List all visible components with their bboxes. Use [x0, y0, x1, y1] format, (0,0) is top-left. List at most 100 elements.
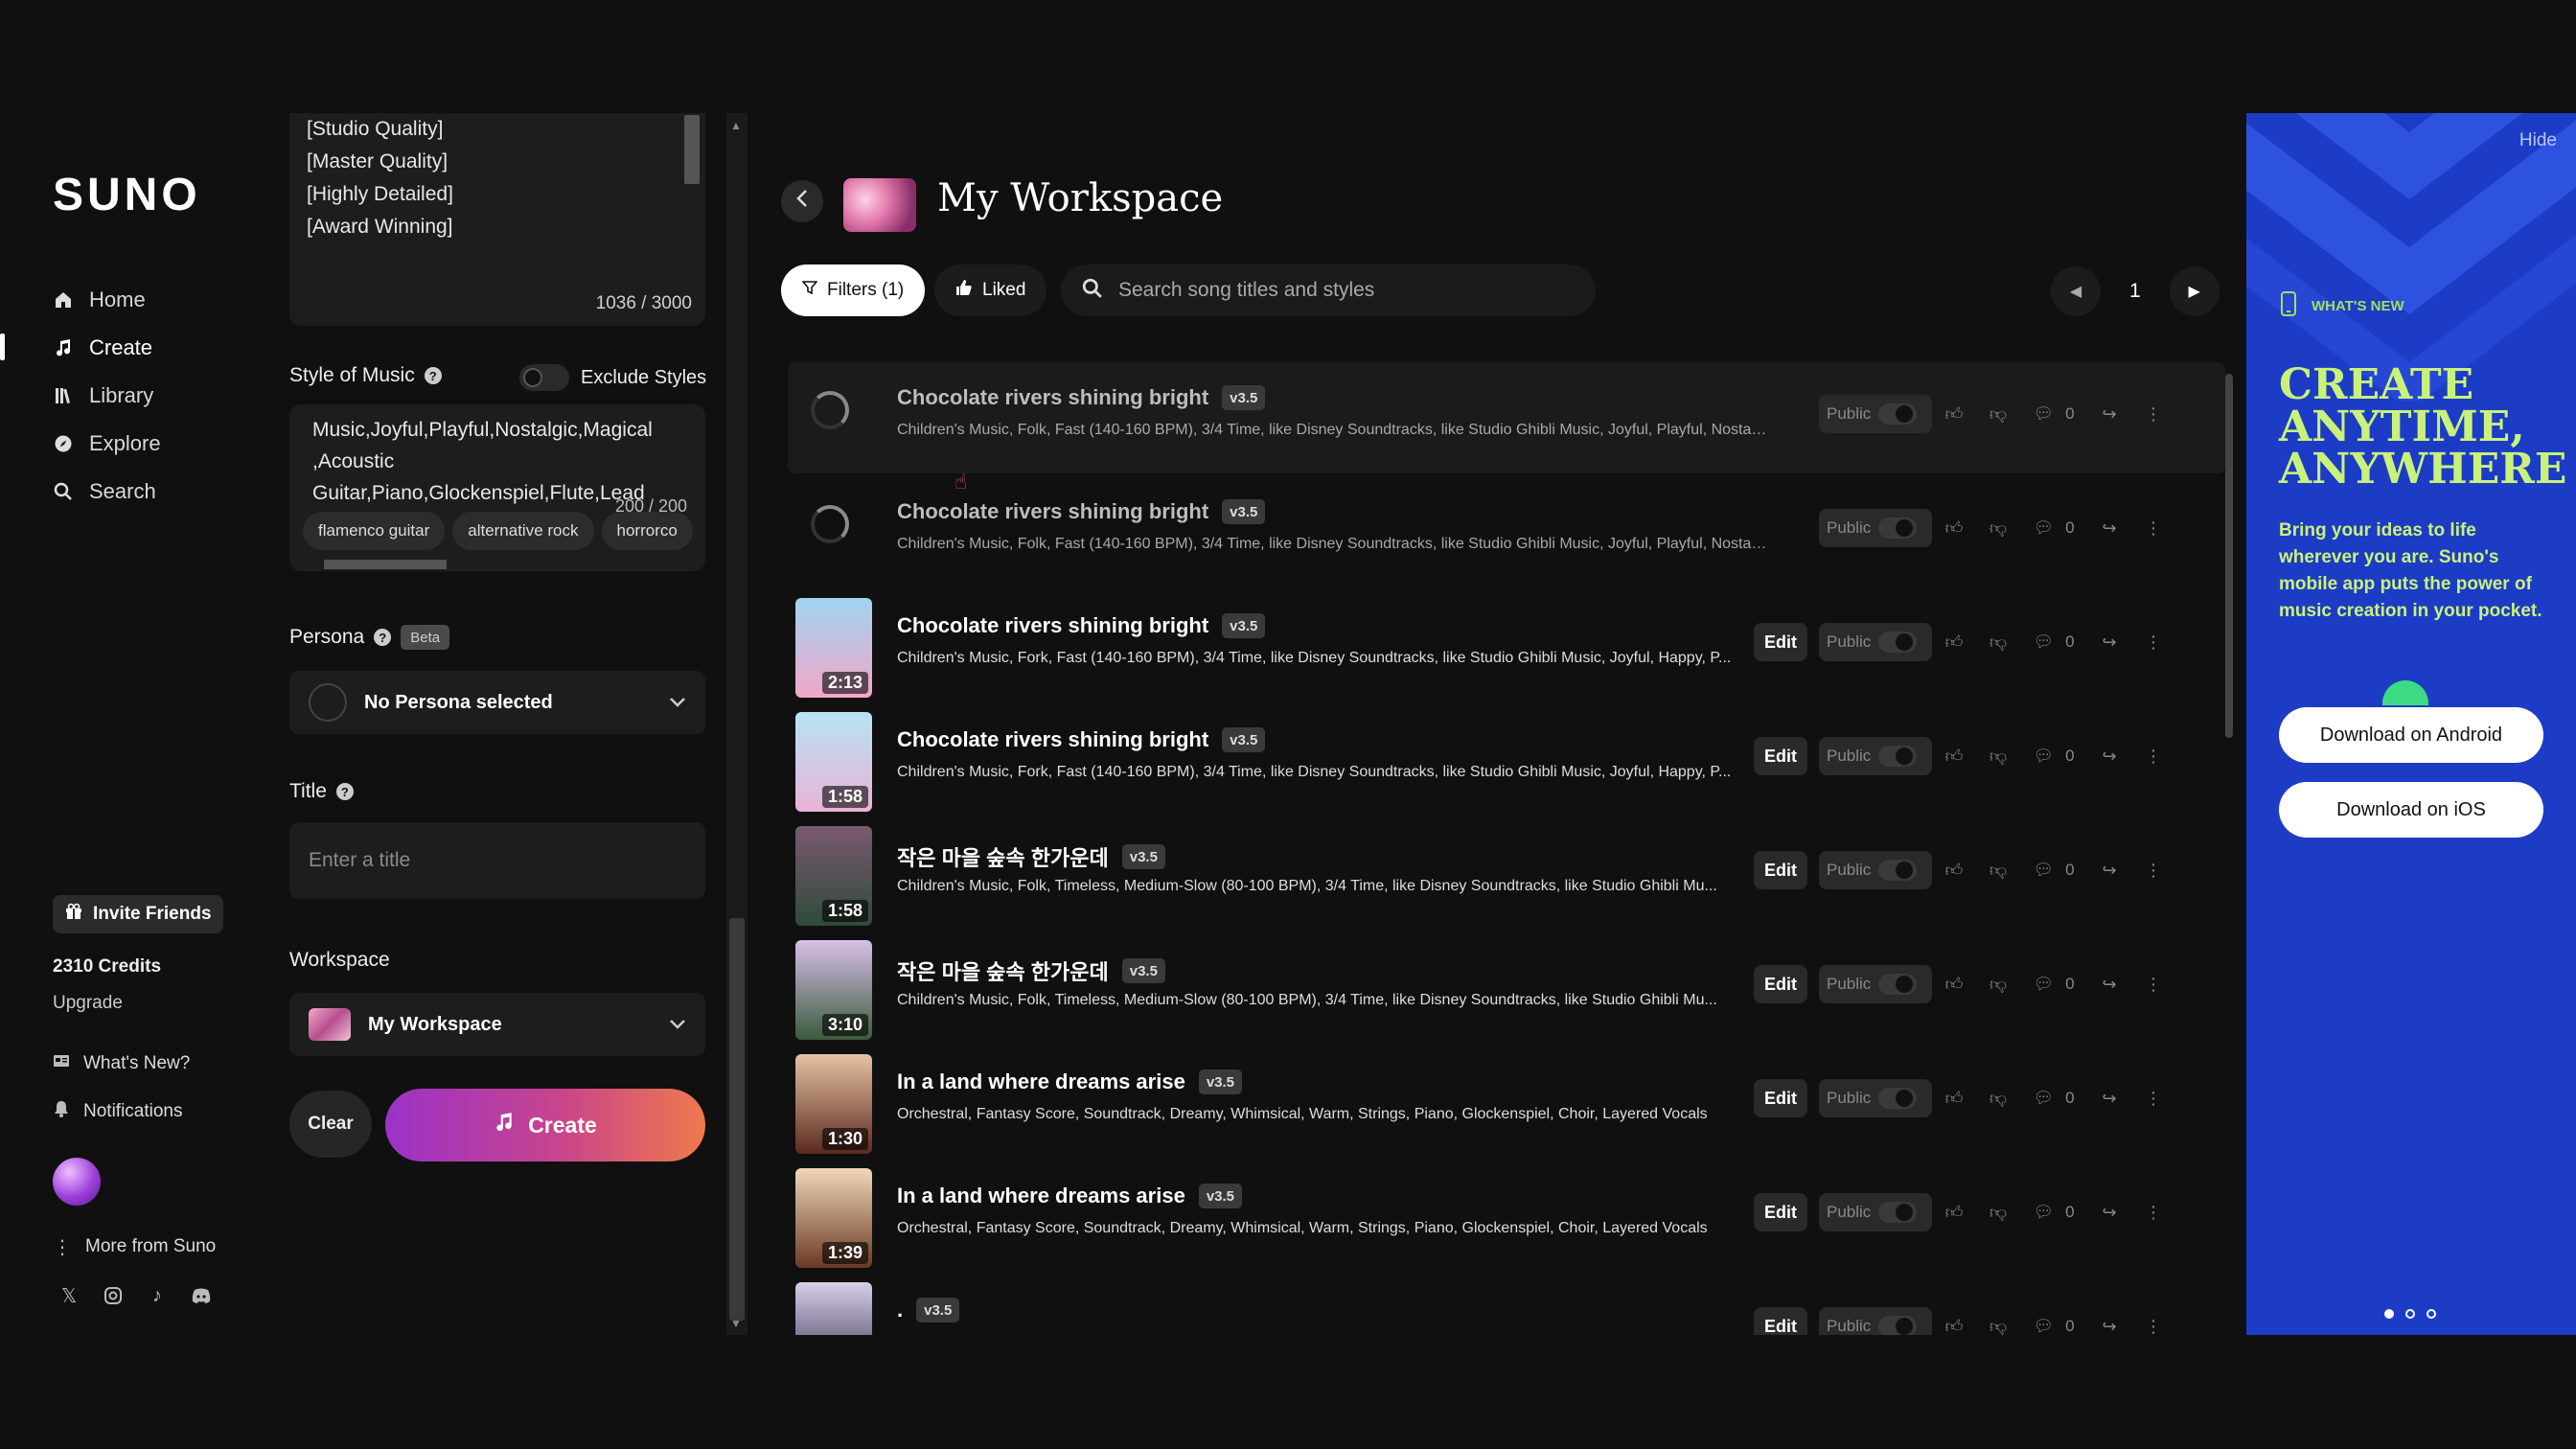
more-options-button[interactable]: ⋮	[2131, 975, 2175, 995]
persona-select[interactable]: No Persona selected	[289, 671, 705, 734]
panel-scroll-thumb[interactable]	[729, 918, 745, 1321]
like-button[interactable]: 👍︎	[1932, 518, 1976, 539]
public-toggle[interactable]: Public	[1819, 965, 1932, 1003]
style-of-music-input[interactable]: Music,Joyful,Playful,Nostalgic,Magical ,…	[289, 404, 705, 571]
workspace-select[interactable]: My Workspace	[289, 993, 705, 1056]
create-button[interactable]: Create	[385, 1089, 705, 1162]
edit-button[interactable]: Edit	[1754, 1079, 1807, 1117]
style-chip[interactable]: alternative rock	[452, 512, 594, 550]
chips-scroll-thumb[interactable]	[324, 560, 447, 569]
song-title[interactable]: 작은 마을 숲속 한가운데 v3.5	[897, 841, 1165, 872]
comments-button[interactable]: 💬︎ 0	[2020, 861, 2087, 880]
help-icon[interactable]: ?	[424, 367, 442, 384]
nav-item-search[interactable]: Search	[53, 472, 156, 511]
nav-item-create[interactable]: Create	[53, 329, 152, 367]
song-title[interactable]: Chocolate rivers shining bright v3.5	[897, 385, 1266, 410]
instagram-icon[interactable]	[102, 1284, 125, 1307]
song-title[interactable]: Chocolate rivers shining bright v3.5	[897, 727, 1266, 752]
comments-button[interactable]: 💬︎ 0	[2020, 404, 2087, 424]
like-button[interactable]: 👍︎	[1932, 1316, 1976, 1335]
song-row[interactable]: 1:58 Chocolate rivers shining bright v3.5 C…	[788, 704, 2225, 816]
user-avatar[interactable]	[53, 1158, 101, 1206]
notifications-link[interactable]: Notifications	[53, 1095, 183, 1128]
comments-button[interactable]: 💬︎ 0	[2020, 1317, 2087, 1335]
nav-item-explore[interactable]: Explore	[53, 425, 161, 463]
like-button[interactable]: 👍︎	[1932, 1202, 1976, 1223]
public-toggle[interactable]: Public	[1819, 737, 1932, 775]
edit-button[interactable]: Edit	[1754, 851, 1807, 889]
edit-button[interactable]: Edit	[1754, 623, 1807, 661]
like-button[interactable]: 👍︎	[1932, 1088, 1976, 1109]
song-cover[interactable]	[795, 1282, 872, 1335]
more-options-button[interactable]: ⋮	[2131, 632, 2175, 653]
dislike-button[interactable]: 👎︎	[1976, 632, 2020, 653]
share-button[interactable]: ↪	[2087, 404, 2131, 425]
dislike-button[interactable]: 👎︎	[1976, 860, 2020, 881]
dislike-button[interactable]: 👎︎	[1976, 1202, 2020, 1223]
song-row[interactable]: 1:58 작은 마을 숲속 한가운데 v3.5 Children's Music, F…	[788, 818, 2225, 930]
nav-item-library[interactable]: Library	[53, 377, 153, 415]
tiktok-icon[interactable]: ♪	[146, 1284, 169, 1307]
share-button[interactable]: ↪	[2087, 1317, 2131, 1336]
more-options-button[interactable]: ⋮	[2131, 1089, 2175, 1109]
song-cover[interactable]: 2:13	[795, 598, 872, 698]
download-android-button[interactable]: Download on Android	[2279, 707, 2543, 763]
hide-promo-button[interactable]: Hide	[2519, 130, 2557, 151]
x-twitter-icon[interactable]: 𝕏	[58, 1284, 80, 1307]
back-button[interactable]	[781, 180, 823, 222]
song-cover[interactable]: 3:10	[795, 940, 872, 1040]
discord-icon[interactable]	[190, 1284, 213, 1307]
dislike-button[interactable]: 👎︎	[1976, 746, 2020, 767]
edit-button[interactable]: Edit	[1754, 1307, 1807, 1335]
filters-button[interactable]: Filters (1)	[781, 264, 926, 316]
like-button[interactable]: 👍︎	[1932, 860, 1976, 881]
song-row[interactable]: 1:30 In a land where dreams arise v3.5 Orch…	[788, 1046, 2225, 1158]
more-options-button[interactable]: ⋮	[2131, 404, 2175, 425]
exclude-styles-toggle[interactable]	[519, 364, 569, 391]
upgrade-link[interactable]: Upgrade	[53, 993, 123, 1014]
comments-button[interactable]: 💬︎ 0	[2020, 1203, 2087, 1222]
like-button[interactable]: 👍︎	[1932, 403, 1976, 425]
song-cover[interactable]: 1:39	[795, 1168, 872, 1268]
lyrics-textarea[interactable]: [Studio Quality] [Master Quality] [Highl…	[289, 113, 705, 326]
song-cover[interactable]: 1:30	[795, 1054, 872, 1154]
carousel-dot[interactable]	[2384, 1309, 2394, 1319]
share-button[interactable]: ↪	[2087, 1203, 2131, 1223]
song-title[interactable]: Chocolate rivers shining bright v3.5	[897, 499, 1266, 524]
public-toggle[interactable]: Public	[1819, 509, 1932, 547]
clear-button[interactable]: Clear	[289, 1091, 372, 1158]
song-row[interactable]: 2:13 Chocolate rivers shining bright v3.5 C…	[788, 590, 2225, 702]
help-icon[interactable]: ?	[374, 629, 392, 646]
comments-button[interactable]: 💬︎ 0	[2020, 975, 2087, 994]
edit-button[interactable]: Edit	[1754, 965, 1807, 1003]
share-button[interactable]: ↪	[2087, 747, 2131, 767]
song-title[interactable]: Chocolate rivers shining bright v3.5	[897, 613, 1266, 638]
song-title[interactable]: 작은 마을 숲속 한가운데 v3.5	[897, 955, 1165, 986]
comments-button[interactable]: 💬︎ 0	[2020, 1089, 2087, 1108]
nav-item-home[interactable]: Home	[53, 281, 146, 319]
prev-page-button[interactable]: ◀	[2051, 266, 2101, 316]
share-button[interactable]: ↪	[2087, 632, 2131, 653]
more-from-suno-link[interactable]: ⋮ More from Suno	[53, 1230, 216, 1263]
comments-button[interactable]: 💬︎ 0	[2020, 518, 2087, 538]
scroll-up-icon[interactable]: ▲	[730, 119, 742, 132]
song-row[interactable]: . v3.5 Edit Public 👍︎ 👎︎ 💬︎ 0 ↪ ⋮	[788, 1275, 2225, 1335]
edit-button[interactable]: Edit	[1754, 737, 1807, 775]
public-toggle[interactable]: Public	[1819, 395, 1932, 433]
title-input[interactable]	[289, 822, 705, 899]
song-search[interactable]	[1061, 264, 1596, 316]
public-toggle[interactable]: Public	[1819, 851, 1932, 889]
song-cover[interactable]: 1:58	[795, 826, 872, 926]
dislike-button[interactable]: 👎︎	[1976, 1316, 2020, 1335]
share-button[interactable]: ↪	[2087, 1089, 2131, 1109]
style-chip[interactable]: horrorco	[601, 512, 693, 550]
comments-button[interactable]: 💬︎ 0	[2020, 747, 2087, 766]
more-options-button[interactable]: ⋮	[2131, 1317, 2175, 1336]
chips-scrollbar[interactable]	[303, 558, 690, 571]
edit-button[interactable]: Edit	[1754, 1193, 1807, 1231]
dislike-button[interactable]: 👎︎	[1976, 1088, 2020, 1109]
carousel-dot[interactable]	[2426, 1309, 2436, 1319]
carousel-dot[interactable]	[2405, 1309, 2415, 1319]
more-options-button[interactable]: ⋮	[2131, 518, 2175, 539]
liked-button[interactable]: Liked	[934, 264, 1047, 316]
